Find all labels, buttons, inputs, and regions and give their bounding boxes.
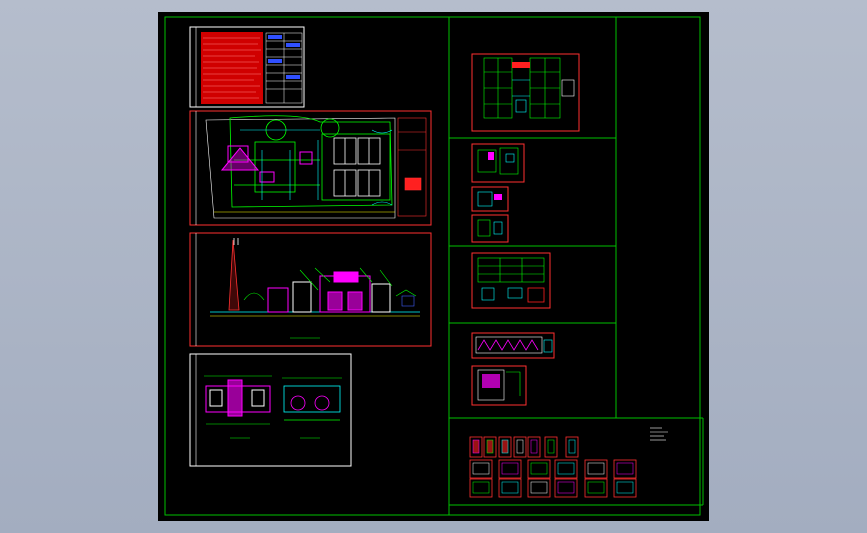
design-notes-sheet[interactable] <box>189 26 305 108</box>
thumbnail-content <box>472 439 480 454</box>
schematic-1-red-band <box>512 62 530 68</box>
thumbnail-content <box>486 439 494 454</box>
cad-drawing-canvas[interactable] <box>0 0 867 533</box>
cad-viewport[interactable] <box>0 0 867 533</box>
thumbnail-content <box>501 439 509 454</box>
